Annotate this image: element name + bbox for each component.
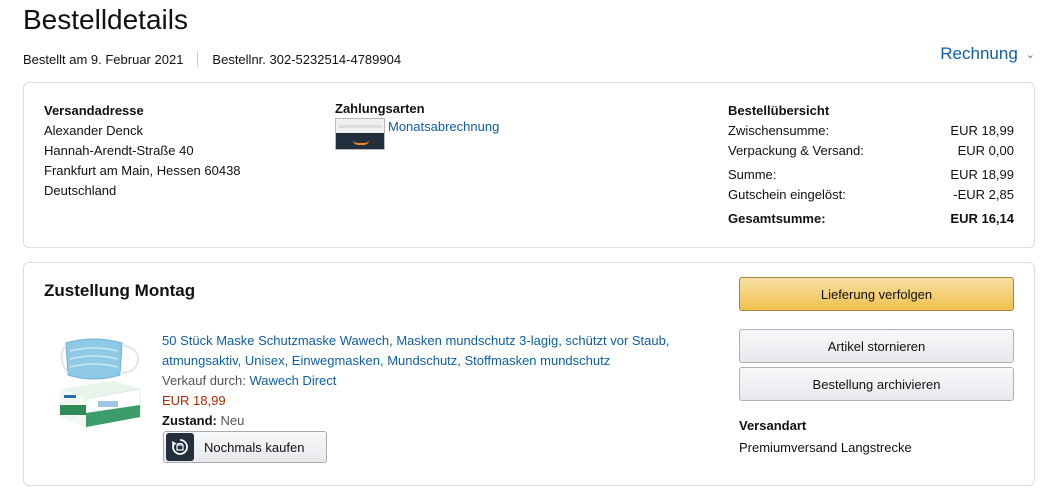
summary-value: EUR 18,99 [950,123,1014,138]
invoice-dropdown[interactable]: Rechnung ⌄ [940,44,1035,64]
product-title-link[interactable]: 50 Stück Maske Schutzmaske Wawech, Maske… [162,331,722,371]
summary-row-shipping: Verpackung & Versand: EUR 0,00 [728,141,1014,161]
condition-label: Zustand: [162,413,217,428]
invoice-label: Rechnung [940,44,1018,63]
seller-link[interactable]: Wawech Direct [249,373,336,388]
summary-value: -EUR 2,85 [953,187,1014,202]
order-meta: Bestellt am 9. Februar 2021 Bestellnr. 3… [23,51,401,67]
payment-method-link[interactable]: Monatsabrechnung [388,119,499,134]
summary-label: Summe: [728,167,777,182]
payment-methods: Zahlungsarten Monatsabrechnung [335,101,499,150]
summary-value: EUR 16,14 [950,211,1014,226]
summary-value: EUR 0,00 [957,143,1014,158]
amazon-card-icon [335,118,385,150]
shipping-address: Versandadresse Alexander Denck Hannah-Ar… [44,101,241,201]
address-line: Deutschland [44,183,117,198]
summary-value: EUR 18,99 [950,167,1014,182]
shipping-method: Versandart Premiumversand Langstrecke [739,415,912,459]
chevron-down-icon: ⌄ [1025,48,1035,61]
condition-value: Neu [220,413,245,428]
summary-label: Verpackung & Versand: [728,143,864,158]
summary-label: Gesamtsumme: [728,211,826,226]
divider [197,51,199,67]
order-info-box: Versandadresse Alexander Denck Hannah-Ar… [23,82,1035,248]
seller-line: Verkauf durch: Wawech Direct [162,371,722,391]
buy-again-button[interactable]: Nochmals kaufen [163,431,327,463]
delivery-box: Zustellung Montag 50 Stück Maske Schutzm… [23,262,1035,486]
address-line: Hannah-Arendt-Straße 40 [44,143,194,158]
track-delivery-button[interactable]: Lieferung verfolgen [739,277,1014,311]
product-image[interactable] [54,331,144,431]
delivery-title: Zustellung Montag [44,281,196,300]
summary-row-sum: Summe: EUR 18,99 [728,165,1014,185]
order-summary: Bestellübersicht Zwischensumme: EUR 18,9… [728,101,1014,229]
summary-heading: Bestellübersicht [728,103,830,118]
summary-row-subtotal: Zwischensumme: EUR 18,99 [728,121,1014,141]
condition-line: Zustand: Neu [162,411,722,431]
summary-row-total: Gesamtsumme: EUR 16,14 [728,209,1014,229]
buy-again-label: Nochmals kaufen [204,439,305,455]
summary-label: Gutschein eingelöst: [728,187,846,202]
page-title: Bestelldetails [23,4,188,35]
order-date: Bestellt am 9. Februar 2021 [23,51,184,67]
archive-order-button[interactable]: Bestellung archivieren [739,367,1014,401]
shipping-method-heading: Versandart [739,418,807,433]
shipping-method-value: Premiumversand Langstrecke [739,440,912,455]
address-line: Frankfurt am Main, Hessen 60438 [44,163,241,178]
seller-prefix: Verkauf durch: [162,373,246,388]
summary-row-voucher: Gutschein eingelöst: -EUR 2,85 [728,185,1014,205]
order-item: 50 Stück Maske Schutzmaske Wawech, Maske… [162,331,722,431]
address-line: Alexander Denck [44,123,143,138]
payment-heading: Zahlungsarten [335,101,425,116]
summary-label: Zwischensumme: [728,123,830,138]
shipping-address-heading: Versandadresse [44,103,144,118]
buy-again-icon [166,433,194,461]
order-number: Bestellnr. 302-5232514-4789904 [212,51,402,67]
cancel-item-button[interactable]: Artikel stornieren [739,329,1014,363]
item-price: EUR 18,99 [162,393,226,408]
